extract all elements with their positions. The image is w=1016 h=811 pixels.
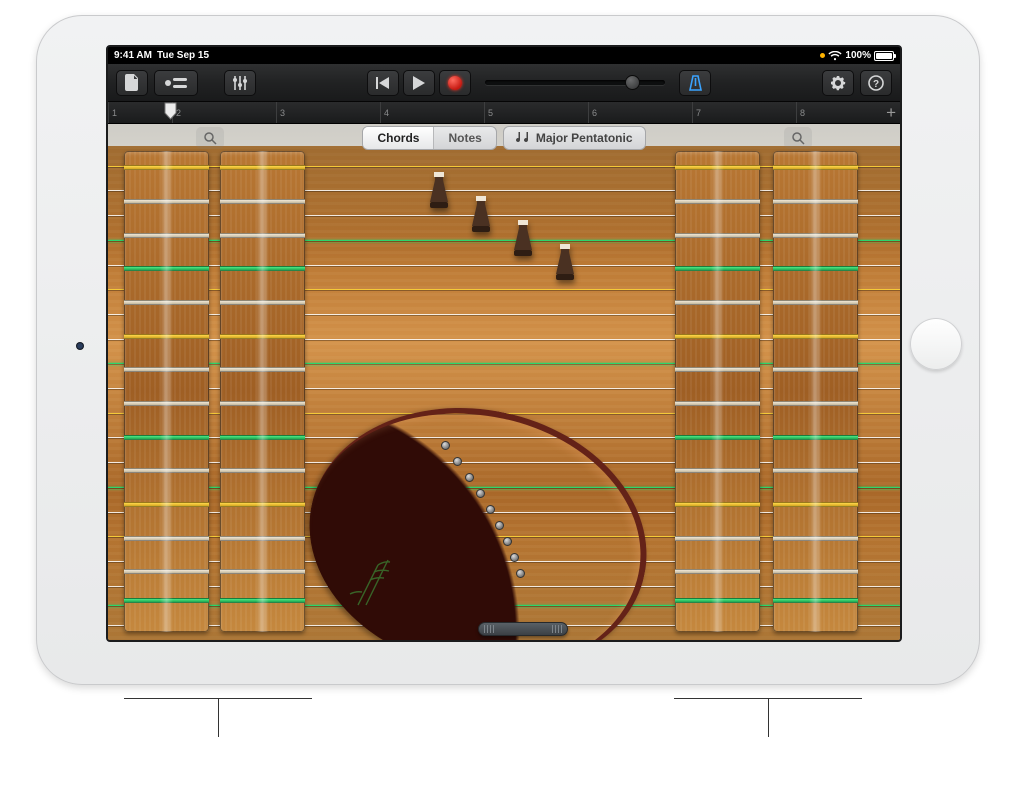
play-icon: [413, 76, 425, 90]
scroll-handle[interactable]: [478, 622, 568, 636]
callout-right: [674, 698, 862, 699]
magnifier-icon: [203, 131, 217, 145]
chord-strip[interactable]: [773, 151, 858, 632]
record-button[interactable]: [439, 70, 471, 96]
magnifier-icon: [791, 131, 805, 145]
bar-marker: 6: [588, 102, 692, 123]
document-icon: [125, 74, 139, 91]
metronome-icon: [688, 75, 703, 91]
bridge[interactable]: [554, 244, 576, 282]
guzheng-board[interactable]: [108, 146, 900, 640]
wifi-icon: [828, 51, 842, 61]
metronome-button[interactable]: [679, 70, 711, 96]
status-time: 9:41 AM: [114, 50, 152, 61]
bar-marker: 1: [108, 102, 172, 123]
scrubber-knob[interactable]: [625, 75, 640, 90]
help-icon: ?: [868, 75, 884, 91]
bridge[interactable]: [470, 196, 492, 234]
zoom-left-button[interactable]: [196, 127, 224, 149]
bar-marker: 7: [692, 102, 796, 123]
control-bar: ?: [108, 64, 900, 102]
playhead-scrubber[interactable]: [485, 80, 665, 85]
add-section-button[interactable]: +: [886, 104, 896, 122]
timeline-ruler[interactable]: 1 2 3 4 5 6 7 8 +: [108, 102, 900, 124]
chord-strip[interactable]: [220, 151, 305, 632]
bar-marker: 4: [380, 102, 484, 123]
mixer-icon: [232, 76, 248, 90]
location-dot-icon: [820, 53, 825, 58]
battery-icon: [874, 51, 894, 61]
previous-icon: [376, 77, 390, 89]
track-controls-button[interactable]: [224, 70, 256, 96]
transport-controls: [367, 70, 471, 96]
screen: 9:41 AM Tue Sep 15 100%: [106, 45, 902, 642]
svg-text:?: ?: [873, 79, 879, 90]
status-date: Tue Sep 15: [157, 50, 209, 61]
instrument-area: Chords Notes Major Pentatonic: [108, 124, 900, 640]
bridge[interactable]: [428, 172, 450, 210]
my-songs-button[interactable]: [116, 70, 148, 96]
bar-marker: 3: [276, 102, 380, 123]
home-button[interactable]: [910, 318, 962, 370]
bridge[interactable]: [512, 220, 534, 258]
sounds-browser-icon: [163, 76, 189, 90]
help-button[interactable]: ?: [860, 70, 892, 96]
ipad-device: 9:41 AM Tue Sep 15 100%: [36, 15, 980, 685]
bamboo-decoration: [348, 550, 428, 610]
gear-icon: [830, 75, 846, 91]
settings-button[interactable]: [822, 70, 854, 96]
bar-marker: 8: [796, 102, 900, 123]
chord-strip[interactable]: [124, 151, 209, 632]
bar-marker: 2: [172, 102, 276, 123]
chords-mode-button[interactable]: Chords: [363, 127, 434, 149]
go-to-beginning-button[interactable]: [367, 70, 399, 96]
playhead[interactable]: [164, 102, 177, 115]
bar-marker: 5: [484, 102, 588, 123]
note-pair-icon: [516, 132, 530, 144]
zoom-right-button[interactable]: [784, 127, 812, 149]
scale-label: Major Pentatonic: [536, 131, 633, 145]
chord-strip[interactable]: [675, 151, 760, 632]
scale-button[interactable]: Major Pentatonic: [503, 126, 646, 150]
callout-left: [124, 698, 312, 699]
sounds-browser-button[interactable]: [154, 70, 198, 96]
front-camera: [76, 342, 84, 350]
notes-mode-button[interactable]: Notes: [434, 127, 495, 149]
battery-percent: 100%: [845, 50, 871, 61]
record-icon: [448, 76, 462, 90]
status-bar: 9:41 AM Tue Sep 15 100%: [108, 47, 900, 64]
instrument-header: Chords Notes Major Pentatonic: [108, 124, 900, 152]
mode-segmented-control: Chords Notes: [362, 126, 496, 150]
play-button[interactable]: [403, 70, 435, 96]
